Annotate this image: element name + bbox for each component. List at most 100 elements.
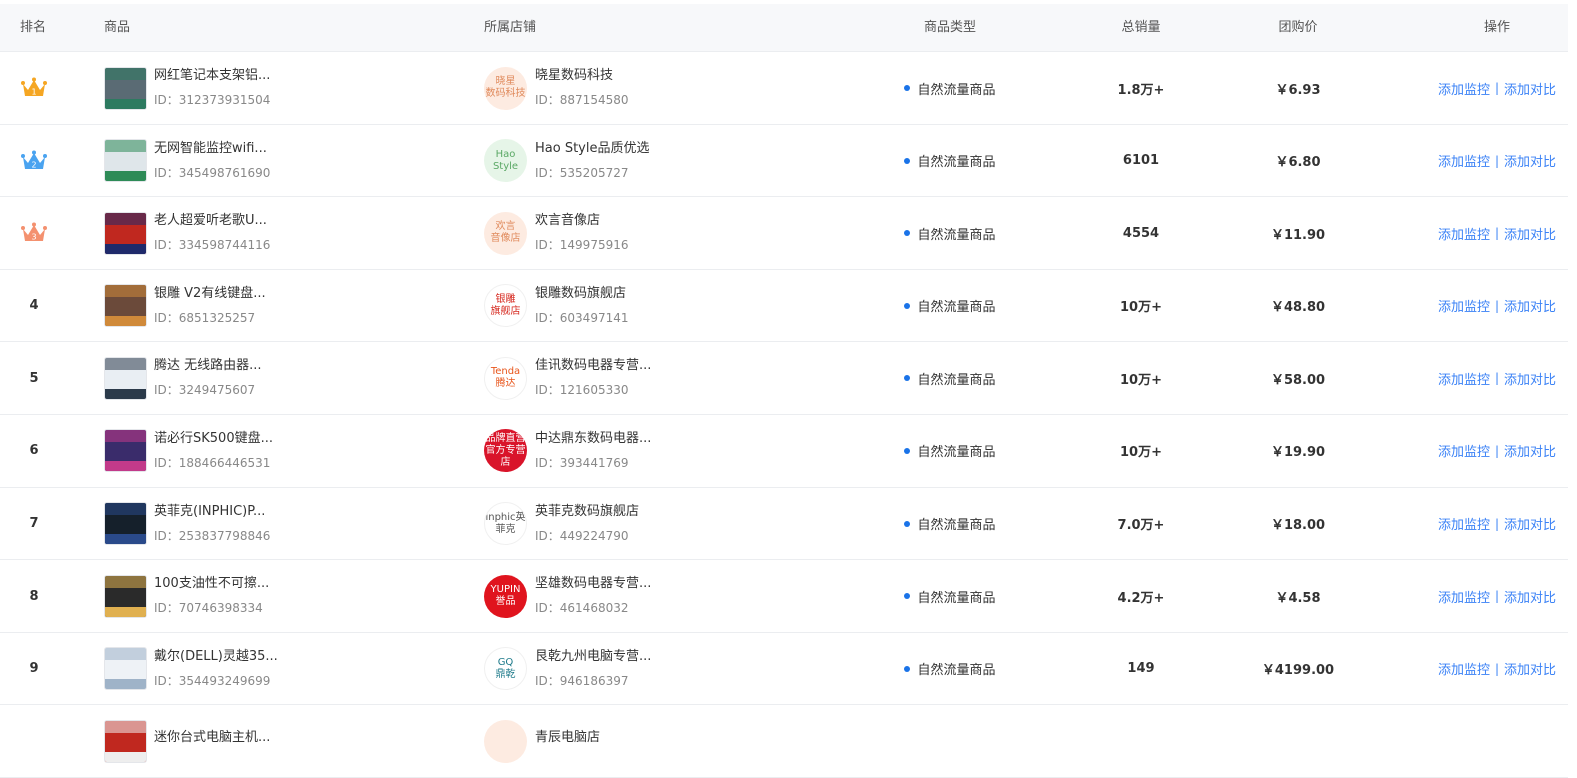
table-header: 排名 商品 所属店铺 商品类型 总销量 团购价 操作 [0,4,1568,52]
product-thumbnail[interactable] [104,719,147,763]
table-body: 1 网红笔记本支架铝... ID：312373931504 晓星 数码科技 晓星… [0,52,1568,778]
table-row: 9 戴尔(DELL)灵越35... ID：354493249699 GQ 鼎乾 … [0,633,1568,706]
shop-cell[interactable]: YUPIN 誉品 坚雄数码电器专营... ID：461468032 [484,560,864,632]
product-cell[interactable]: 英菲克(INPHIC)P... ID：253837798846 [104,488,464,560]
product-cell[interactable]: 100支油性不可擦... ID：70746398334 [104,560,464,632]
shop-logo[interactable]: Tenda 腾达 [484,356,527,400]
shop-logo[interactable]: 晓星 数码科技 [484,66,527,110]
add-monitor-link[interactable]: 添加监控 [1438,79,1490,98]
type-cell: 自然流量商品 [870,488,1030,560]
product-cell[interactable]: 老人超爱听老歌U... ID：334598744116 [104,197,464,269]
product-title[interactable]: 诺必行SK500键盘... [154,430,273,448]
sales-value: 10万+ [1120,300,1162,316]
type-cell: 自然流量商品 [870,415,1030,487]
product-title[interactable]: 100支油性不可擦... [154,575,269,593]
add-monitor-link[interactable]: 添加监控 [1438,514,1490,533]
shop-name[interactable]: 晓星数码科技 [535,67,629,85]
shop-name[interactable]: 佳讯数码电器专营... [535,357,651,375]
product-cell[interactable]: 戴尔(DELL)灵越35... ID：354493249699 [104,633,464,705]
shop-name[interactable]: 艮乾九州电脑专营... [535,648,651,666]
shop-name[interactable]: 坚雄数码电器专营... [535,575,651,593]
product-thumbnail[interactable] [104,429,147,473]
shop-logo[interactable]: YUPIN 誉品 [484,574,527,618]
product-title[interactable]: 腾达 无线路由器... [154,357,262,375]
shop-cell[interactable]: 青辰电脑店 [484,705,864,777]
add-compare-link[interactable]: 添加对比 [1504,151,1556,170]
product-cell[interactable]: 腾达 无线路由器... ID：3249475607 [104,342,464,414]
shop-logo[interactable] [484,719,527,763]
product-thumbnail[interactable] [104,66,147,110]
ops-cell: 添加监控 | 添加对比 [1426,415,1568,487]
shop-cell[interactable]: GQ 鼎乾 艮乾九州电脑专营... ID：946186397 [484,633,864,705]
shop-name[interactable]: Hao Style品质优选 [535,140,649,158]
add-compare-link[interactable]: 添加对比 [1504,79,1556,98]
add-monitor-link[interactable]: 添加监控 [1438,151,1490,170]
product-title[interactable]: 银雕 V2有线键盘... [154,285,266,303]
header-sales: 总销量 [1121,20,1161,35]
add-monitor-link[interactable]: 添加监控 [1438,441,1490,460]
product-type: 自然流量商品 [917,227,996,243]
table-row: 7 英菲克(INPHIC)P... ID：253837798846 inphic… [0,488,1568,561]
shop-logo[interactable]: 品牌直营 官方专营店 [484,429,527,473]
product-thumbnail[interactable] [104,647,147,691]
product-thumbnail[interactable] [104,284,147,328]
rank-cell: 5 [0,342,68,414]
shop-cell[interactable]: 银雕 旗舰店 银雕数码旗舰店 ID：603497141 [484,270,864,342]
product-thumbnail[interactable] [104,574,147,618]
shop-cell[interactable]: Tenda 腾达 佳讯数码电器专营... ID：121605330 [484,342,864,414]
add-monitor-link[interactable]: 添加监控 [1438,296,1490,315]
add-compare-link[interactable]: 添加对比 [1504,659,1556,678]
product-title[interactable]: 迷你台式电脑主机... [154,729,270,747]
ops-separator: | [1494,371,1500,386]
product-type: 自然流量商品 [917,445,996,461]
product-thumbnail[interactable] [104,211,147,255]
shop-name[interactable]: 青辰电脑店 [535,729,600,747]
shop-name[interactable]: 中达鼎东数码电器... [535,430,651,448]
product-thumbnail[interactable] [104,502,147,546]
shop-name[interactable]: 银雕数码旗舰店 [535,285,629,303]
shop-cell[interactable]: 晓星 数码科技 晓星数码科技 ID：887154580 [484,52,864,124]
product-title[interactable]: 无网智能监控wifi... [154,140,270,158]
shop-id: ID：603497141 [535,310,629,325]
product-type: 自然流量商品 [917,82,996,98]
shop-logo[interactable]: 欢言 音像店 [484,211,527,255]
product-title[interactable]: 网红笔记本支架铝... [154,67,270,85]
add-monitor-link[interactable]: 添加监控 [1438,224,1490,243]
shop-id: ID：946186397 [535,673,629,688]
product-title[interactable]: 老人超爱听老歌U... [154,212,270,230]
shop-name[interactable]: 欢言音像店 [535,212,629,230]
add-compare-link[interactable]: 添加对比 [1504,514,1556,533]
ops-separator: | [1494,661,1500,676]
product-thumbnail[interactable] [104,356,147,400]
product-cell[interactable]: 无网智能监控wifi... ID：345498761690 [104,125,464,197]
shop-cell[interactable]: 品牌直营 官方专营店 中达鼎东数码电器... ID：393441769 [484,415,864,487]
rank-number: 6 [29,443,39,459]
shop-logo[interactable]: GQ 鼎乾 [484,647,527,691]
status-dot-icon [904,230,911,237]
add-monitor-link[interactable]: 添加监控 [1438,659,1490,678]
product-cell[interactable]: 迷你台式电脑主机... [104,705,464,777]
product-cell[interactable]: 诺必行SK500键盘... ID：188466446531 [104,415,464,487]
add-monitor-link[interactable]: 添加监控 [1438,587,1490,606]
add-compare-link[interactable]: 添加对比 [1504,441,1556,460]
shop-cell[interactable]: Hao Style Hao Style品质优选 ID：535205727 [484,125,864,197]
shop-name[interactable]: 英菲克数码旗舰店 [535,503,639,521]
product-cell[interactable]: 网红笔记本支架铝... ID：312373931504 [104,52,464,124]
shop-cell[interactable]: 欢言 音像店 欢言音像店 ID：149975916 [484,197,864,269]
product-cell[interactable]: 银雕 V2有线键盘... ID：6851325257 [104,270,464,342]
product-title[interactable]: 英菲克(INPHIC)P... [154,503,270,521]
add-compare-link[interactable]: 添加对比 [1504,369,1556,388]
product-type: 自然流量商品 [917,155,996,171]
shop-cell[interactable]: inphic英菲克 英菲克数码旗舰店 ID：449224790 [484,488,864,560]
product-title[interactable]: 戴尔(DELL)灵越35... [154,648,278,666]
shop-logo[interactable]: inphic英菲克 [484,502,527,546]
add-compare-link[interactable]: 添加对比 [1504,587,1556,606]
shop-logo[interactable]: 银雕 旗舰店 [484,284,527,328]
product-thumbnail[interactable] [104,139,147,183]
add-compare-link[interactable]: 添加对比 [1504,224,1556,243]
product-type: 自然流量商品 [917,372,996,388]
shop-logo[interactable]: Hao Style [484,139,527,183]
add-compare-link[interactable]: 添加对比 [1504,296,1556,315]
status-dot-icon [904,665,911,672]
add-monitor-link[interactable]: 添加监控 [1438,369,1490,388]
